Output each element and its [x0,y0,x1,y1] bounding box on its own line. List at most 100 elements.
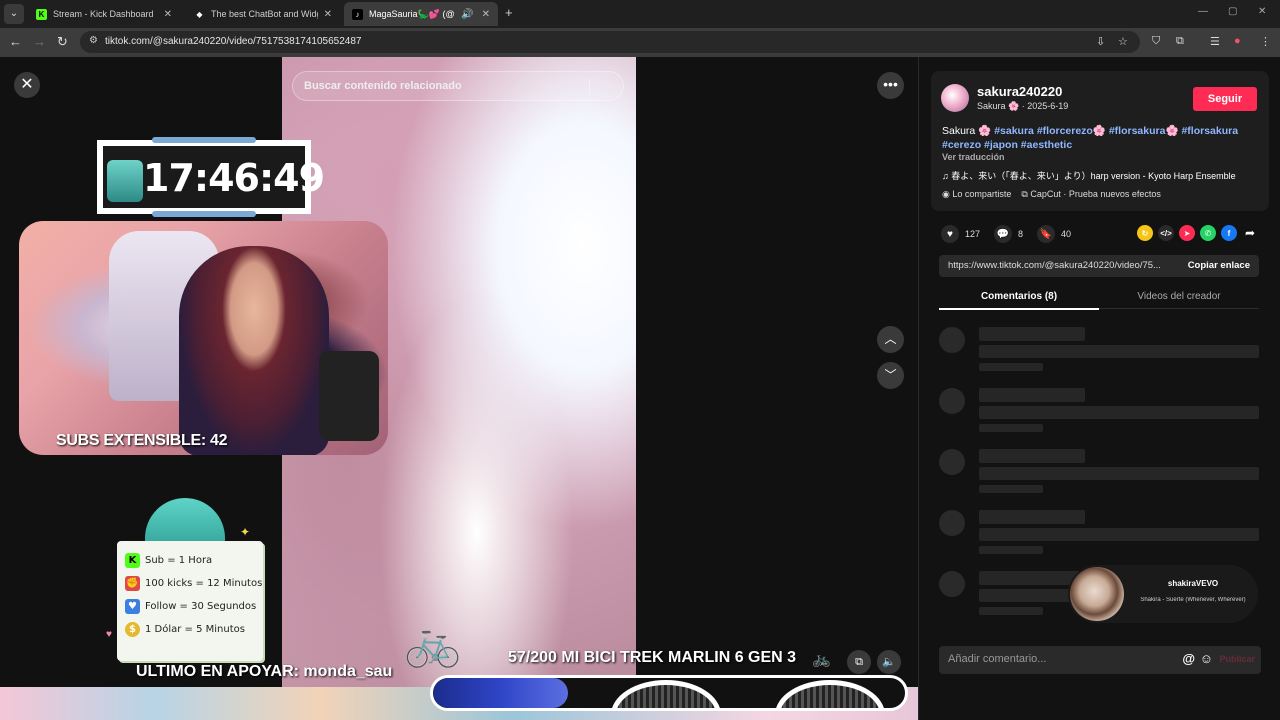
repost-icon[interactable]: ↻ [1137,225,1153,241]
wheel-graphic [611,680,721,708]
facebook-icon[interactable]: f [1221,225,1237,241]
tab-kick-dashboard[interactable]: K Stream - Kick Dashboard ✕ [28,2,180,26]
install-app-icon[interactable]: ⇩ [1096,35,1105,48]
tab-title: The best ChatBot and Widgets [211,9,318,19]
tab-search-button[interactable]: ⌄ [4,4,24,24]
heart-icon: ♥ [125,599,140,614]
music-link[interactable]: ♫ 春よ、来い（「春よ、来い」より）harp version - Kyoto H… [942,169,1236,182]
skeleton-line [979,528,1259,541]
previous-video-button[interactable]: ︿ [877,326,904,353]
bookmark-icon: 🔖 [1037,225,1056,243]
skeleton-line [979,467,1259,480]
profile-avatar[interactable]: ● [1234,35,1241,47]
media-control-icon[interactable]: ☰ [1210,35,1220,48]
send-icon[interactable]: ➤ [1179,225,1195,241]
minimize-icon[interactable]: — [1198,6,1208,17]
caption-text: Sakura 🌸 [942,125,995,137]
comment-count: 8 [1018,229,1024,239]
pink-heart-icon: ♥ [106,629,112,640]
comment-button[interactable]: 💬 8 [994,225,1023,243]
music-pip-widget: shakiraVEVO Shakira - Suerte (Whenever, … [1068,565,1258,623]
bike-goal-text: 57/200 MI BICI TREK MARLIN 6 GEN 3 [508,649,797,666]
skeleton-line [979,546,1043,554]
bicycle-icon: 🚲 [812,651,831,668]
search-divider [589,78,590,95]
tab-tiktok[interactable]: ♪ MagaSauria🦕💕 (@maga 🔊 ✕ [344,2,498,26]
save-count: 40 [1061,229,1072,239]
rule-text: Sub = 1 Hora [145,555,213,566]
rule-row: K Sub = 1 Hora [125,553,212,568]
browser-tab-bar: ⌄ K Stream - Kick Dashboard ✕ ◆ The best… [0,0,1280,28]
skeleton-line [979,406,1259,419]
panel-tabs: Comentarios (8) Videos del creador [939,289,1259,310]
close-icon[interactable]: ✕ [164,9,172,20]
author-avatar[interactable] [941,84,969,112]
close-icon[interactable]: ✕ [482,9,490,20]
post-comment-button[interactable]: Publicar [1219,654,1255,664]
like-button[interactable]: ♥ 127 [941,225,980,243]
skeleton-avatar [939,327,965,353]
close-icon[interactable]: ✕ [324,9,332,20]
captions-button[interactable]: ⧉ [847,650,871,674]
skeleton-line [979,327,1085,341]
stream-timer: 17:46:49 [143,156,325,200]
author-name[interactable]: sakura240220 [977,84,1062,99]
site-info-icon[interactable]: ⚙ [89,35,98,46]
forward-icon[interactable]: → [33,34,46,49]
omnibox[interactable]: ⚙ tiktok.com/@sakura240220/video/7517538… [80,31,1140,53]
skeleton-line [979,607,1043,615]
streamelements-icon: ◆ [196,9,203,19]
tiktok-page: ✕ Buscar contenido relacionado ⌕ ••• ︿ ﹀… [0,57,1280,720]
hashtag-link[interactable]: #flor​sakura🌸 [1109,125,1179,137]
skeleton-line [979,363,1043,371]
share-arrow-icon[interactable]: ➦ [1242,225,1258,241]
hashtag-link[interactable]: #florcerezo🌸 [1037,125,1106,137]
hashtag-link[interactable]: #japon [984,139,1018,151]
hashtag-link[interactable]: #cerezo [942,139,981,151]
copy-link-button[interactable]: Copiar enlace [1188,260,1250,271]
hashtag-link[interactable]: #sakura [994,125,1034,137]
shared-text: Lo compartiste [952,189,1012,199]
hashtag-link[interactable]: #florsakura [1181,125,1238,137]
audio-icon[interactable]: 🔊 [461,9,473,20]
window-close-icon[interactable]: ✕ [1258,6,1266,17]
kick-icon: K [125,553,140,568]
follow-button[interactable]: Seguir [1193,87,1257,111]
comment-input[interactable]: Añadir comentario... @ ☺ Publicar [939,646,1261,674]
coin-icon: $ [125,622,140,637]
tab-comments[interactable]: Comentarios (8) [939,291,1099,310]
next-video-button[interactable]: ﹀ [877,362,904,389]
back-icon[interactable]: ← [9,34,22,49]
emoji-icon[interactable]: ☺ [1200,651,1213,666]
bookmark-star-icon[interactable]: ☆ [1118,35,1128,48]
close-video-button[interactable]: ✕ [14,72,40,98]
rule-row: $ 1 Dólar = 5 Minutos [125,622,245,637]
share-link-url[interactable]: https://www.tiktok.com/@sakura240220/vid… [948,260,1173,271]
pip-channel: shakiraVEVO [1167,579,1219,588]
skeleton-avatar [939,449,965,475]
new-tab-button[interactable]: + [505,5,513,20]
menu-icon[interactable]: ⋮ [1260,35,1271,48]
reload-icon[interactable]: ↻ [57,34,68,50]
hashtag-link[interactable]: #aesthetic [1021,139,1072,151]
miku-avatar [107,160,143,202]
timer-bottom-bar [152,211,256,217]
tab-creator-videos[interactable]: Videos del creador [1099,291,1259,310]
mention-icon[interactable]: @ [1182,651,1195,666]
save-button[interactable]: 🔖 40 [1037,225,1071,243]
whatsapp-icon[interactable]: ✆ [1200,225,1216,241]
skeleton-line [979,424,1043,432]
capcut-link[interactable]: ⧉ CapCut · Prueba nuevos efectos [1021,189,1161,200]
search-icon[interactable]: ⌕ [606,78,613,93]
skeleton-line [979,510,1085,524]
see-translation-link[interactable]: Ver traducción [942,152,1005,162]
more-options-button[interactable]: ••• [877,72,904,99]
related-search-input[interactable]: Buscar contenido relacionado ⌕ [292,71,624,101]
embed-icon[interactable]: </> [1158,225,1174,241]
timer-panel: 17:46:49 [103,146,325,208]
volume-button[interactable]: 🔈 [877,650,901,674]
tab-streamelements[interactable]: ◆ The best ChatBot and Widgets ✕ [186,2,340,26]
extensions-icon[interactable]: ⧉ [1176,35,1184,48]
maximize-icon[interactable]: ▢ [1228,6,1237,17]
shield-icon[interactable]: ⛉ [1152,35,1160,48]
